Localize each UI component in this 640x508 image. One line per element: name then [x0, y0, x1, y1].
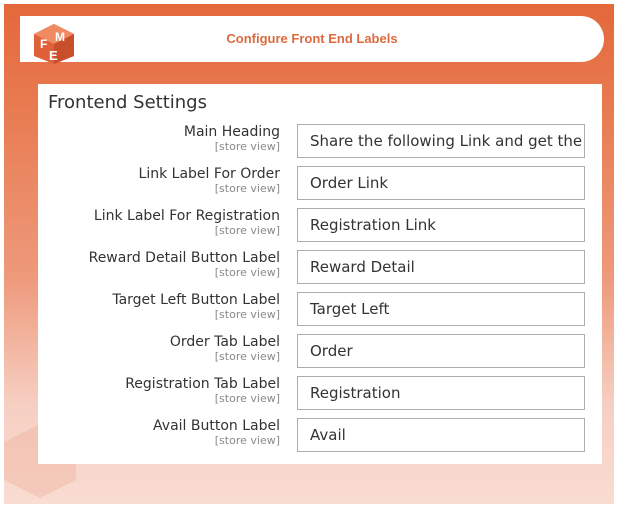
- field-row-registration-tab: Registration Tab Label [store view] Regi…: [38, 376, 602, 412]
- link-label-registration-input[interactable]: Registration Link: [297, 208, 585, 242]
- scope-label: [store view]: [214, 266, 280, 279]
- main-heading-input[interactable]: Share the following Link and get the F: [297, 124, 585, 158]
- field-row-link-label-order: Link Label For Order [store view] Order …: [38, 166, 602, 202]
- field-row-link-label-registration: Link Label For Registration [store view]…: [38, 208, 602, 244]
- frontend-settings-panel: Frontend Settings Main Heading [store vi…: [38, 84, 602, 464]
- field-label: Main Heading: [183, 124, 280, 140]
- reward-detail-button-input[interactable]: Reward Detail: [297, 250, 585, 284]
- field-row-target-left-button: Target Left Button Label [store view] Ta…: [38, 292, 602, 328]
- svg-text:M: M: [55, 30, 65, 44]
- field-label: Registration Tab Label: [125, 376, 280, 392]
- field-row-order-tab: Order Tab Label [store view] Order: [38, 334, 602, 370]
- scope-label: [store view]: [214, 392, 280, 405]
- svg-text:F: F: [40, 37, 47, 51]
- avail-button-input[interactable]: Avail: [297, 418, 585, 452]
- header-bar: Configure Front End Labels: [20, 16, 604, 62]
- field-label: Order Tab Label: [169, 334, 280, 350]
- field-label: Target Left Button Label: [112, 292, 280, 308]
- field-label: Link Label For Registration: [93, 208, 280, 224]
- field-label: Reward Detail Button Label: [88, 250, 280, 266]
- field-row-avail-button: Avail Button Label [store view] Avail: [38, 418, 602, 454]
- fme-logo-icon: F M E: [34, 24, 74, 64]
- section-title: Frontend Settings: [48, 92, 207, 113]
- target-left-button-input[interactable]: Target Left: [297, 292, 585, 326]
- order-tab-input[interactable]: Order: [297, 334, 585, 368]
- field-row-main-heading: Main Heading [store view] Share the foll…: [38, 124, 602, 160]
- field-label: Avail Button Label: [153, 418, 280, 434]
- field-row-reward-detail-button: Reward Detail Button Label [store view] …: [38, 250, 602, 286]
- svg-text:E: E: [49, 48, 58, 63]
- scope-label: [store view]: [214, 140, 280, 153]
- page-title: Configure Front End Labels: [226, 31, 398, 46]
- scope-label: [store view]: [214, 350, 280, 363]
- field-label: Link Label For Order: [138, 166, 280, 182]
- link-label-order-input[interactable]: Order Link: [297, 166, 585, 200]
- scope-label: [store view]: [214, 434, 280, 447]
- scope-label: [store view]: [214, 308, 280, 321]
- scope-label: [store view]: [214, 224, 280, 237]
- registration-tab-input[interactable]: Registration: [297, 376, 585, 410]
- scope-label: [store view]: [214, 182, 280, 195]
